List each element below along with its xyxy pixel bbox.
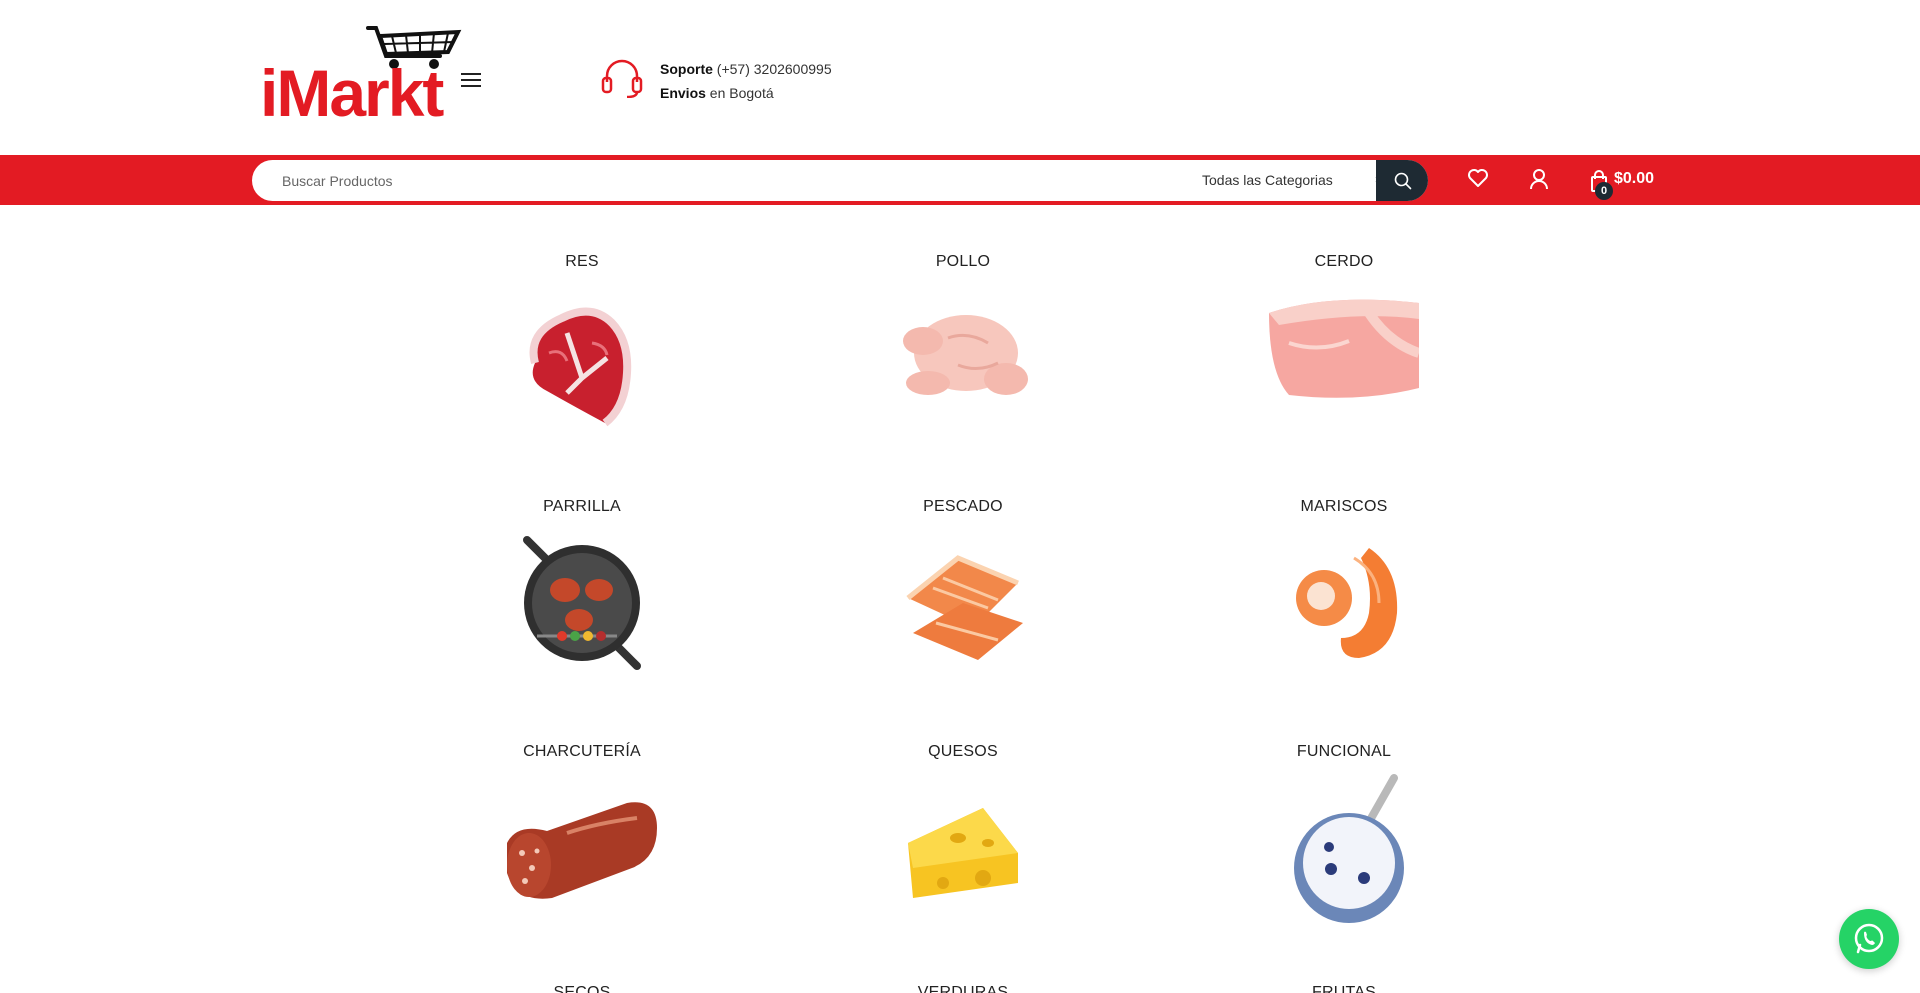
- sausage-icon: [507, 802, 657, 899]
- cheese-icon: [908, 808, 1018, 898]
- support-line: Soporte (+57) 3202600995: [660, 57, 832, 81]
- shipping-label: Envios: [660, 85, 706, 101]
- whatsapp-icon: [1854, 923, 1884, 954]
- raw-chicken-icon: [903, 315, 1028, 395]
- search-box: Todas las Categorias ▲▼: [252, 160, 1428, 201]
- category-title: QUESOS: [928, 743, 998, 760]
- user-account-icon[interactable]: [1529, 168, 1549, 195]
- category-card-funcional[interactable]: FUNCIONAL: [1194, 743, 1494, 963]
- wishlist-heart-icon[interactable]: [1467, 168, 1489, 193]
- category-title: PARRILLA: [543, 498, 621, 515]
- whatsapp-chat-button[interactable]: [1839, 909, 1899, 969]
- category-title: POLLO: [935, 253, 991, 270]
- category-card-pollo[interactable]: POLLO: [813, 253, 1113, 473]
- support-phone[interactable]: (+57) 3202600995: [717, 61, 832, 77]
- headset-support-icon: [601, 59, 643, 98]
- category-card-pescado[interactable]: PESCADO: [813, 498, 1113, 718]
- category-card-secos[interactable]: SECOS: [432, 984, 732, 993]
- top-header: iMarkt Soporte (+57) 3202600995 Envios e…: [0, 0, 1920, 155]
- category-title: CERDO: [1314, 253, 1374, 270]
- category-title: PESCADO: [923, 498, 1003, 515]
- logo-text: iMarkt: [260, 56, 444, 130]
- shrimp-icon: [1296, 548, 1398, 658]
- category-card-mariscos[interactable]: MARISCOS: [1194, 498, 1494, 718]
- yogurt-bowl-icon: [1294, 774, 1404, 923]
- category-select-value: Todas las Categorias: [1202, 172, 1333, 188]
- category-title: FUNCIONAL: [1296, 743, 1392, 760]
- hamburger-menu-icon[interactable]: [461, 73, 481, 89]
- search-icon: [1394, 172, 1412, 190]
- category-title: CHARCUTERÍA: [523, 743, 641, 760]
- beef-steak-icon: [529, 307, 632, 427]
- shipping-text: en Bogotá: [709, 85, 774, 101]
- category-title: FRUTAS: [1311, 984, 1376, 993]
- category-card-quesos[interactable]: QUESOS: [813, 743, 1113, 963]
- category-title: VERDURAS: [917, 984, 1009, 993]
- shipping-line: Envios en Bogotá: [660, 81, 832, 105]
- cart-total: $0.00: [1614, 170, 1655, 187]
- support-label: Soporte: [660, 61, 713, 77]
- category-card-res[interactable]: RES: [432, 253, 732, 473]
- category-title: SECOS: [553, 984, 611, 993]
- search-input[interactable]: [282, 160, 1122, 201]
- cart-count-badge: 0: [1595, 182, 1613, 200]
- site-logo[interactable]: iMarkt: [260, 22, 462, 126]
- category-card-parrilla[interactable]: PARRILLA: [432, 498, 732, 718]
- grill-icon: [523, 536, 641, 670]
- category-title: RES: [565, 253, 599, 270]
- category-card-frutas[interactable]: FRUTAS: [1194, 984, 1494, 993]
- pork-meat-icon: [1269, 299, 1419, 398]
- support-info: Soporte (+57) 3202600995 Envios en Bogot…: [660, 57, 832, 105]
- category-title: MARISCOS: [1300, 498, 1388, 515]
- category-card-cerdo[interactable]: CERDO: [1194, 253, 1494, 473]
- salmon-fillet-icon: [906, 555, 1023, 660]
- cart-button[interactable]: 0 $0.00: [1590, 166, 1670, 200]
- category-card-charcuteria[interactable]: CHARCUTERÍA: [432, 743, 732, 963]
- search-button[interactable]: [1376, 160, 1428, 201]
- category-card-verduras[interactable]: VERDURAS: [813, 984, 1113, 993]
